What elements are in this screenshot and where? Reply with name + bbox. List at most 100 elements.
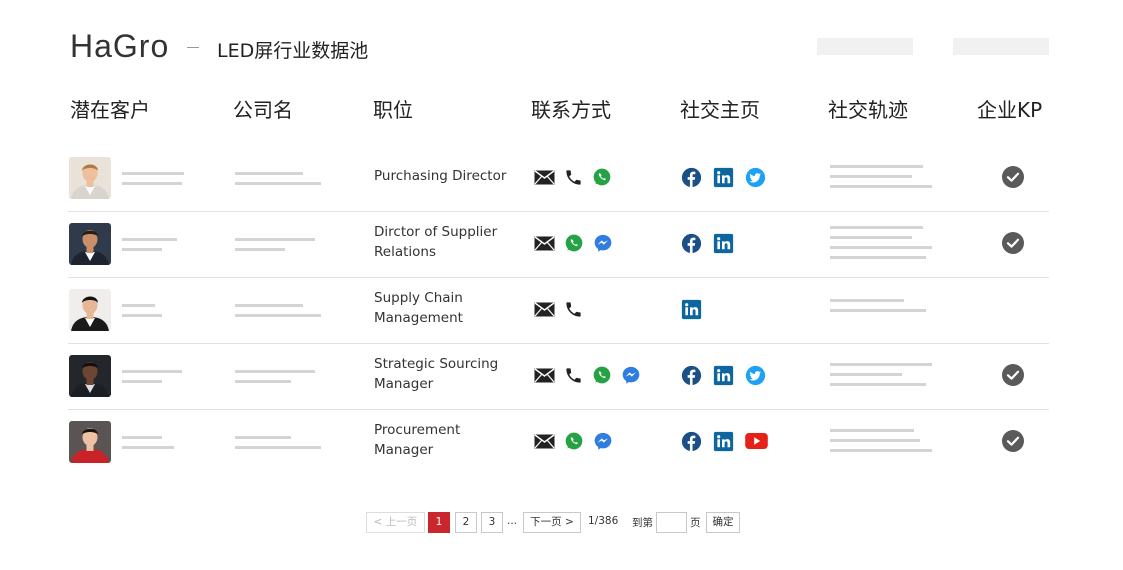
mail-icon[interactable]	[534, 433, 555, 449]
whatsapp-icon[interactable]	[564, 431, 584, 451]
social-trail-placeholder	[830, 226, 923, 229]
avatar[interactable]	[69, 157, 111, 199]
header-placeholder-2[interactable]	[953, 38, 1049, 55]
name-placeholder	[122, 314, 162, 317]
company-placeholder	[235, 314, 321, 317]
name-placeholder	[122, 304, 155, 307]
table-row[interactable]: Dirctor of Supplier Relations	[68, 211, 1049, 278]
position-title-line: Manager	[374, 442, 434, 458]
social-trail-placeholder	[830, 363, 932, 366]
table-row[interactable]: Strategic Sourcing Manager	[68, 343, 1049, 410]
linkedin-icon[interactable]	[713, 233, 734, 254]
name-placeholder	[122, 380, 162, 383]
contact-methods	[534, 298, 592, 320]
company-placeholder	[235, 446, 321, 449]
confirm-button[interactable]: 确定	[706, 512, 740, 533]
social-trail-placeholder	[830, 256, 926, 259]
linkedin-icon[interactable]	[713, 167, 734, 188]
social-trail-placeholder	[830, 373, 902, 376]
youtube-icon[interactable]	[745, 433, 768, 449]
mail-icon[interactable]	[534, 235, 555, 251]
avatar[interactable]	[69, 355, 111, 397]
position-title-line: Relations	[374, 244, 436, 260]
pagination-ellipsis: ...	[507, 515, 518, 527]
page-button-1[interactable]: 1	[428, 512, 450, 533]
social-trail-placeholder	[830, 236, 912, 239]
messenger-icon[interactable]	[593, 233, 613, 253]
prev-page-button[interactable]: < 上一页	[366, 512, 425, 533]
facebook-icon[interactable]	[681, 365, 702, 386]
mail-icon[interactable]	[534, 367, 555, 383]
whatsapp-icon[interactable]	[564, 233, 584, 253]
col-header-contact: 联系方式	[531, 98, 611, 122]
position-title-line: Procurement	[374, 422, 461, 438]
avatar[interactable]	[69, 289, 111, 331]
header: HaGro LED屏行业数据池	[70, 28, 1050, 68]
goto-page-input[interactable]	[656, 512, 687, 533]
twitter-icon[interactable]	[745, 365, 766, 386]
social-trail-placeholder	[830, 429, 914, 432]
page-button-2[interactable]: 2	[455, 512, 477, 533]
social-trail-placeholder	[830, 383, 926, 386]
position-title-line: Manager	[374, 376, 434, 392]
page-total: 1/386	[588, 515, 619, 527]
kp-check-icon	[1002, 166, 1024, 188]
avatar[interactable]	[69, 223, 111, 265]
contact-methods	[534, 232, 622, 254]
social-links	[681, 430, 779, 452]
col-header-position: 职位	[373, 98, 413, 122]
col-header-company: 公司名	[233, 98, 293, 122]
social-trail-placeholder	[830, 309, 926, 312]
col-header-social: 社交主页	[680, 98, 760, 122]
contact-methods	[534, 166, 621, 188]
linkedin-icon[interactable]	[713, 431, 734, 452]
name-placeholder	[122, 248, 162, 251]
company-placeholder	[235, 248, 285, 251]
linkedin-icon[interactable]	[681, 299, 702, 320]
kp-check-icon	[1002, 430, 1024, 452]
messenger-icon[interactable]	[593, 431, 613, 451]
facebook-icon[interactable]	[681, 431, 702, 452]
phone-icon[interactable]	[564, 300, 583, 319]
twitter-icon[interactable]	[745, 167, 766, 188]
phone-icon[interactable]	[564, 366, 583, 385]
facebook-icon[interactable]	[681, 233, 702, 254]
company-placeholder	[235, 304, 303, 307]
position-title: Dirctor of Supplier Relations	[374, 222, 514, 262]
whatsapp-icon[interactable]	[592, 365, 612, 385]
company-placeholder	[235, 238, 315, 241]
social-trail-placeholder	[830, 246, 932, 249]
messenger-icon[interactable]	[621, 365, 641, 385]
whatsapp-icon[interactable]	[592, 167, 612, 187]
facebook-icon[interactable]	[681, 167, 702, 188]
title-separator	[187, 47, 199, 48]
company-placeholder	[235, 380, 291, 383]
position-title: Procurement Manager	[374, 420, 514, 460]
phone-icon[interactable]	[564, 168, 583, 187]
mail-icon[interactable]	[534, 301, 555, 317]
header-placeholder-1[interactable]	[817, 38, 913, 55]
page-button-3[interactable]: 3	[481, 512, 503, 533]
social-trail-placeholder	[830, 299, 904, 302]
avatar[interactable]	[69, 421, 111, 463]
next-page-button[interactable]: 下一页 >	[523, 512, 581, 533]
position-title-line: Purchasing Director	[374, 168, 507, 184]
name-placeholder	[122, 370, 182, 373]
logo: HaGro	[70, 28, 170, 64]
company-placeholder	[235, 436, 291, 439]
company-placeholder	[235, 370, 315, 373]
social-links	[681, 166, 777, 188]
table-row[interactable]: Procurement Manager	[68, 409, 1049, 475]
position-title-line: Supply Chain	[374, 290, 463, 306]
social-links	[681, 364, 777, 386]
company-placeholder	[235, 182, 321, 185]
linkedin-icon[interactable]	[713, 365, 734, 386]
position-title-line: Strategic Sourcing	[374, 356, 499, 372]
social-links	[681, 232, 745, 254]
page-title: LED屏行业数据池	[217, 40, 369, 62]
table-row[interactable]: Supply Chain Management	[68, 277, 1049, 344]
social-trail-placeholder	[830, 185, 932, 188]
page-unit-label: 页	[690, 517, 701, 529]
mail-icon[interactable]	[534, 169, 555, 185]
table-row[interactable]: Purchasing Director	[68, 145, 1049, 212]
